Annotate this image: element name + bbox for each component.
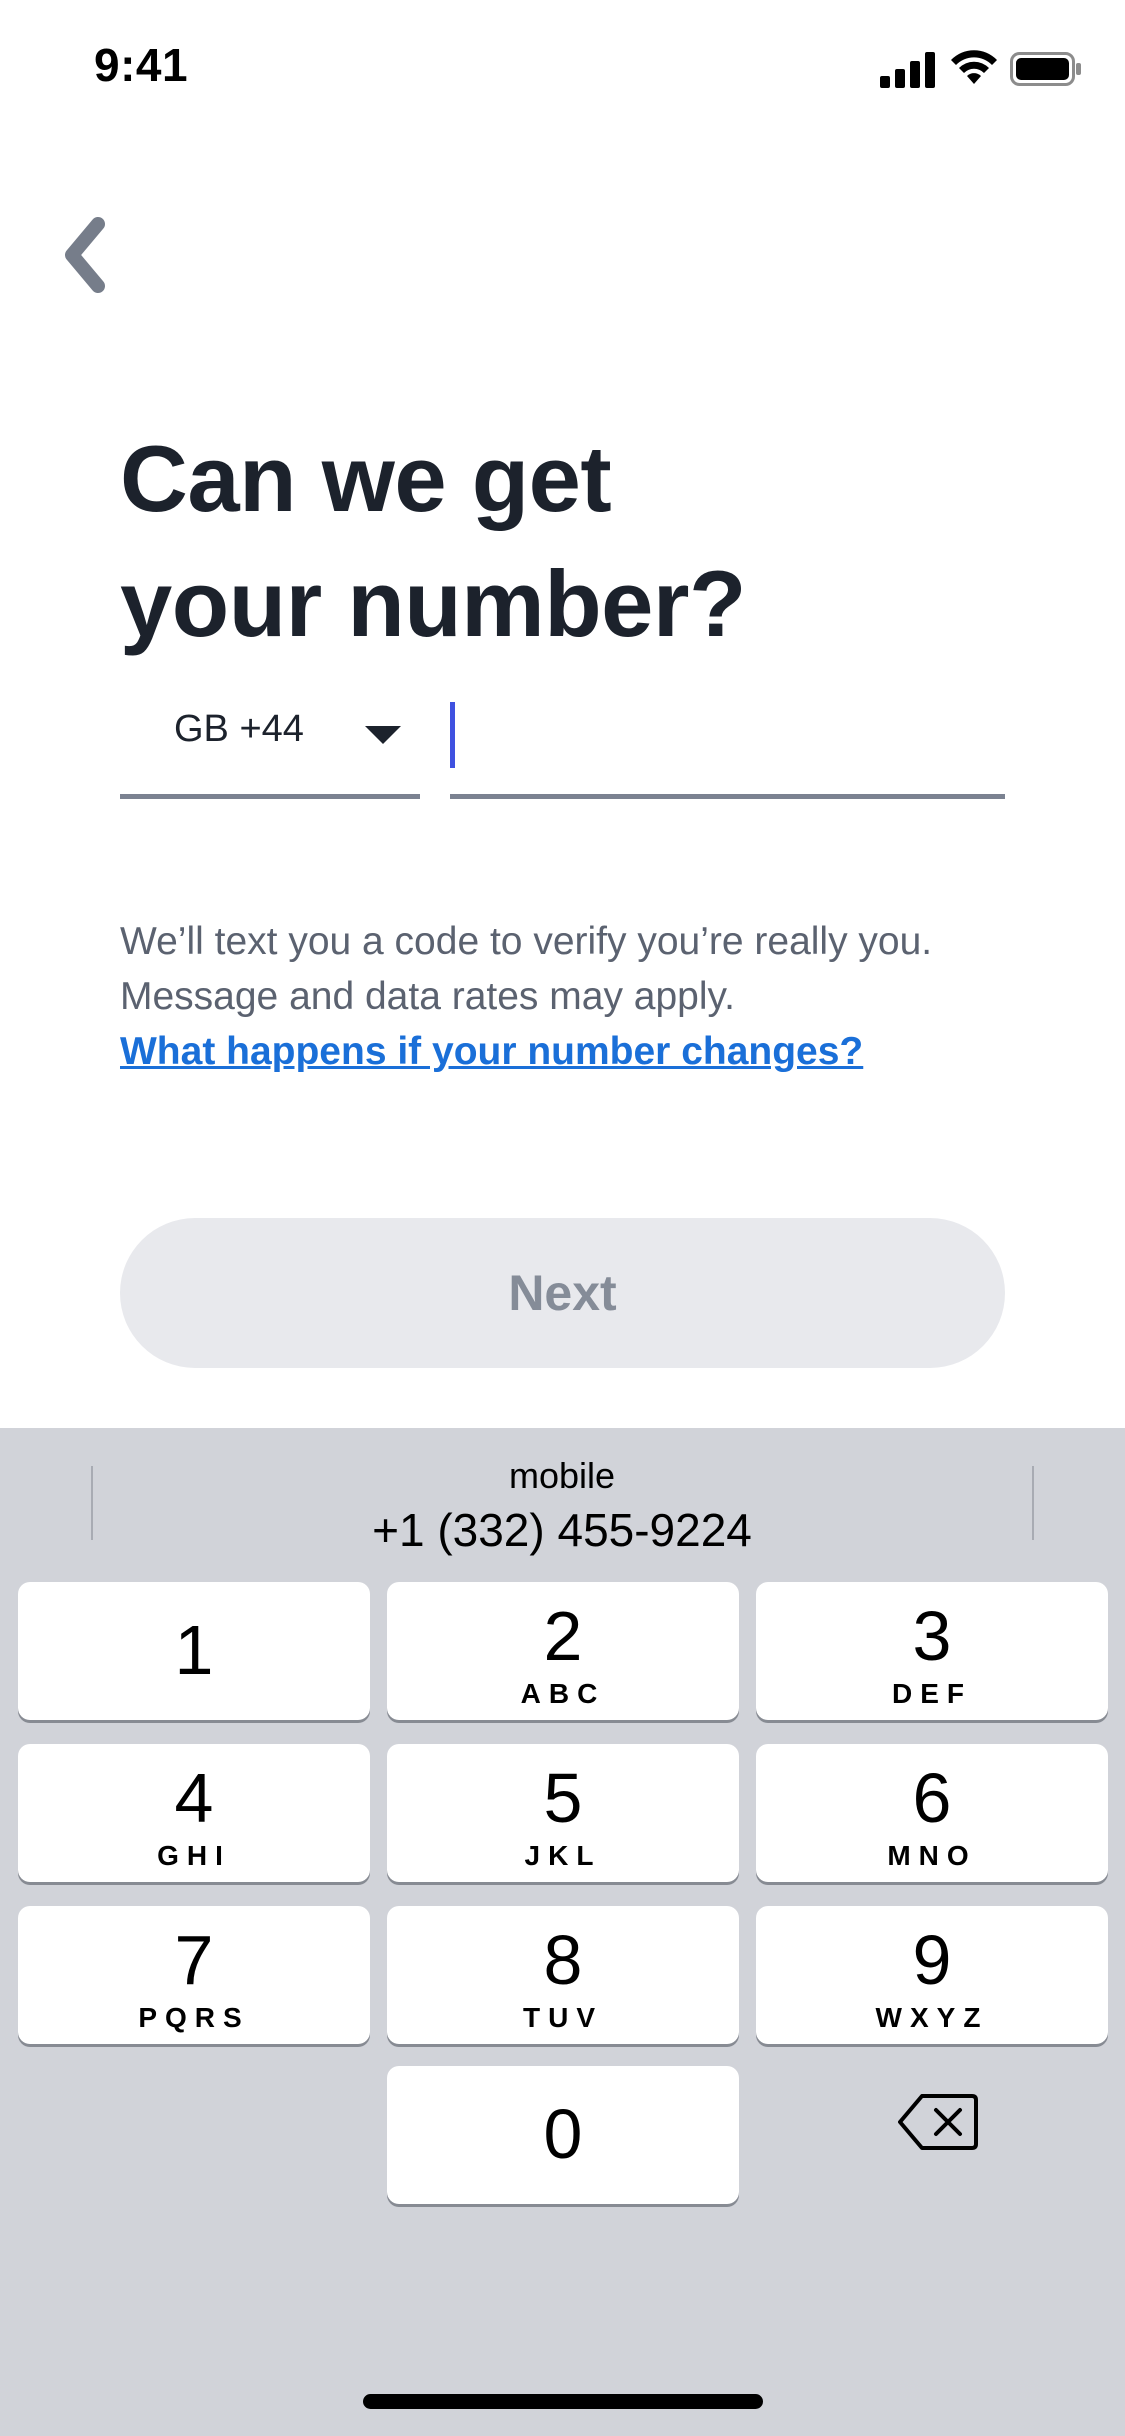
key-digit: 2 bbox=[543, 1597, 583, 1675]
wifi-icon bbox=[951, 50, 997, 84]
next-button[interactable]: Next bbox=[120, 1218, 1005, 1368]
key-digit: 1 bbox=[174, 1611, 214, 1689]
key-letters: WXYZ bbox=[875, 2002, 989, 2033]
key-digit: 3 bbox=[912, 1597, 952, 1675]
page-title-line-2: your number? bbox=[120, 551, 746, 656]
key-2[interactable]: 2 ABC bbox=[387, 1582, 739, 1720]
autofill-suggestion[interactable]: mobile +1 (332) 455-9224 bbox=[92, 1454, 1032, 1562]
home-indicator[interactable] bbox=[363, 2394, 763, 2409]
country-code-select[interactable]: GB +44 bbox=[120, 690, 420, 799]
key-digit: 8 bbox=[543, 1921, 583, 1999]
page-title-line-1: Can we get bbox=[120, 426, 612, 531]
key-digit: 7 bbox=[174, 1921, 214, 1999]
country-code-label: GB +44 bbox=[174, 708, 304, 750]
key-8[interactable]: 8 TUV bbox=[387, 1906, 739, 2044]
back-chevron-icon[interactable] bbox=[50, 210, 120, 300]
key-digit: 5 bbox=[543, 1759, 583, 1837]
key-3[interactable]: 3 DEF bbox=[756, 1582, 1108, 1720]
key-digit: 6 bbox=[912, 1759, 952, 1837]
key-6[interactable]: 6 MNO bbox=[756, 1744, 1108, 1882]
helper-text: We’ll text you a code to verify you’re r… bbox=[120, 920, 933, 1018]
cellular-signal-icon bbox=[880, 52, 935, 88]
dropdown-caret-icon bbox=[365, 726, 401, 744]
battery-icon bbox=[1010, 52, 1081, 86]
key-letters: JKL bbox=[524, 1840, 602, 1871]
key-digit: 0 bbox=[543, 2095, 583, 2173]
backspace-icon[interactable] bbox=[898, 2092, 978, 2152]
key-0[interactable]: 0 bbox=[387, 2066, 739, 2204]
key-9[interactable]: 9 WXYZ bbox=[756, 1906, 1108, 2044]
key-digit: 9 bbox=[912, 1921, 952, 1999]
key-letters: PQRS bbox=[138, 2002, 250, 2033]
key-5[interactable]: 5 JKL bbox=[387, 1744, 739, 1882]
phone-number-input[interactable] bbox=[450, 690, 1005, 799]
numeric-keyboard: mobile +1 (332) 455-9224 1 2 ABC 3 DEF 4… bbox=[0, 1428, 1125, 2436]
key-1[interactable]: 1 bbox=[18, 1582, 370, 1720]
key-letters: GHI bbox=[157, 1840, 231, 1871]
suggestion-number: +1 (332) 455-9224 bbox=[372, 1504, 752, 1556]
number-change-help-link[interactable]: What happens if your number changes? bbox=[120, 1024, 863, 1079]
key-4[interactable]: 4 GHI bbox=[18, 1744, 370, 1882]
key-digit: 4 bbox=[174, 1759, 214, 1837]
key-letters: ABC bbox=[520, 1678, 606, 1709]
suggestion-divider bbox=[1032, 1466, 1034, 1540]
status-time: 9:41 bbox=[94, 39, 189, 91]
text-cursor bbox=[450, 702, 455, 768]
key-letters: MNO bbox=[887, 1840, 977, 1871]
key-letters: DEF bbox=[892, 1678, 972, 1709]
key-letters: TUV bbox=[523, 2002, 603, 2033]
page-title: Can we get your number? bbox=[120, 416, 1040, 666]
key-7[interactable]: 7 PQRS bbox=[18, 1906, 370, 2044]
suggestion-label: mobile bbox=[508, 1455, 616, 1496]
